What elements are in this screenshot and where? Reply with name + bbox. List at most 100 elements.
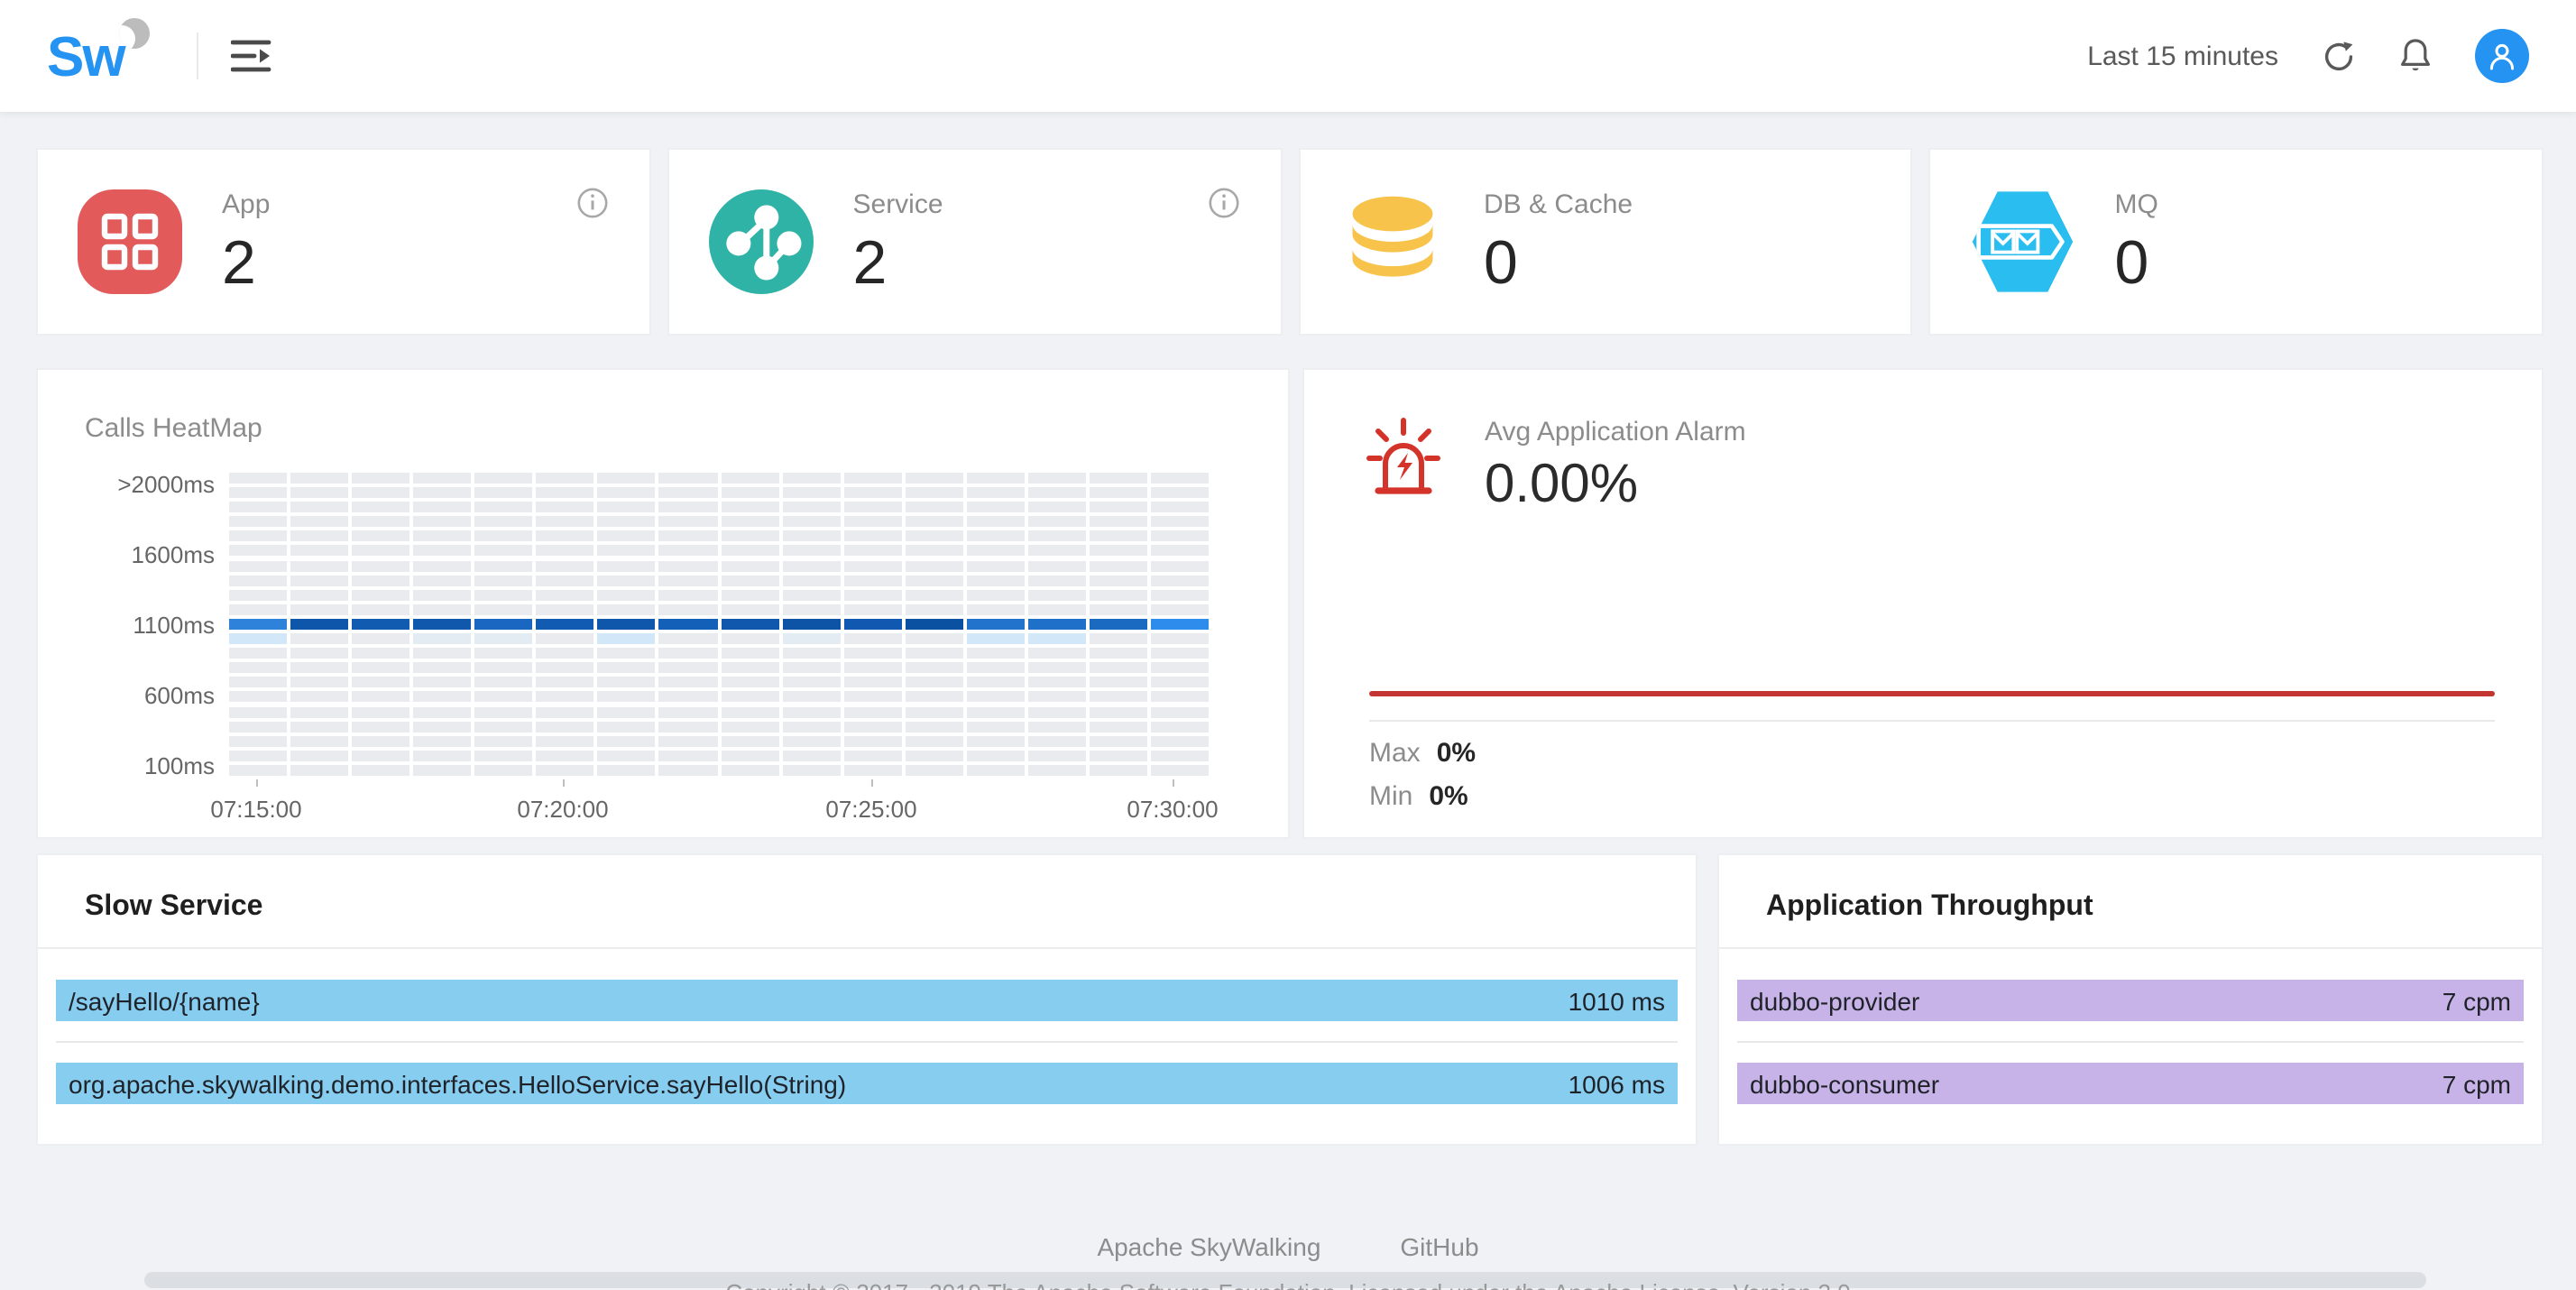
heatmap-cell: [229, 531, 287, 542]
heatmap-cell: [843, 662, 901, 673]
heatmap-cell: [659, 692, 717, 703]
heatmap-cell: [229, 735, 287, 746]
heatmap-cell: [475, 517, 533, 528]
time-range-selector[interactable]: Last 15 minutes: [2087, 41, 2278, 71]
heatmap-row: [229, 648, 1209, 659]
rank-bar-name: /sayHello/{name}: [69, 986, 260, 1015]
heatmap-cell: [475, 560, 533, 571]
heatmap-cell: [352, 662, 409, 673]
heatmap-cell: [782, 619, 840, 630]
heatmap-cell: [537, 633, 594, 644]
heatmap-cell: [659, 473, 717, 484]
heatmap-cell: [413, 692, 471, 703]
heatmap-cell: [721, 473, 778, 484]
heatmap-cell: [290, 721, 348, 732]
heatmap-cell: [721, 575, 778, 585]
rank-row-separator: [56, 1041, 1678, 1043]
heatmap-cell: [537, 531, 594, 542]
heatmap-cell: [843, 517, 901, 528]
heatmap-cell: [475, 692, 533, 703]
heatmap-row: [229, 692, 1209, 703]
slow-service-panel: Slow Service /sayHello/{name}1010 msorg.…: [36, 853, 1697, 1146]
heatmap-cell: [721, 590, 778, 601]
rank-bar[interactable]: org.apache.skywalking.demo.interfaces.He…: [56, 1063, 1678, 1104]
heatmap-cell: [229, 604, 287, 615]
heatmap-cell: [229, 633, 287, 644]
heatmap-row: [229, 735, 1209, 746]
rank-bar[interactable]: dubbo-provider7 cpm: [1737, 980, 2524, 1021]
horizontal-scrollbar[interactable]: [144, 1272, 2426, 1288]
heatmap-cell: [1090, 546, 1147, 557]
stat-label: Service: [853, 189, 943, 220]
rank-bar[interactable]: dubbo-consumer7 cpm: [1737, 1063, 2524, 1104]
heatmap-cell: [352, 721, 409, 732]
heatmap-cell: [1028, 619, 1086, 630]
bell-icon[interactable]: [2399, 38, 2432, 74]
heatmap-cell: [413, 765, 471, 776]
refresh-icon[interactable]: [2322, 39, 2356, 73]
heatmap-cell: [352, 677, 409, 688]
heatmap-cell: [413, 560, 471, 571]
heatmap-cell: [352, 473, 409, 484]
heatmap-row: [229, 473, 1209, 484]
heatmap-cell: [598, 662, 656, 673]
heatmap-cell: [290, 560, 348, 571]
heatmap-cell: [352, 590, 409, 601]
heatmap-cell: [537, 487, 594, 498]
heatmap-cell: [782, 575, 840, 585]
heatmap-cell: [843, 765, 901, 776]
heatmap-cell: [905, 692, 962, 703]
heatmap-cell: [782, 546, 840, 557]
footer-link-github[interactable]: GitHub: [1400, 1232, 1478, 1261]
heatmap-cell: [229, 765, 287, 776]
heatmap-cell: [659, 677, 717, 688]
heatmap-cell: [1151, 765, 1209, 776]
rank-bar-value: 1010 ms: [1569, 986, 1665, 1015]
rank-bar[interactable]: /sayHello/{name} 1010 ms: [56, 980, 1678, 1021]
heatmap-cell: [659, 735, 717, 746]
heatmap-cell: [967, 604, 1025, 615]
heatmap-cell: [1090, 692, 1147, 703]
heatmap-cell: [843, 560, 901, 571]
logo-text: Sw: [47, 28, 124, 84]
heatmap-cell: [721, 517, 778, 528]
heatmap-cell: [1028, 531, 1086, 542]
heatmap-cell: [1151, 517, 1209, 528]
heatmap-cell: [782, 648, 840, 659]
heatmap-cell: [659, 560, 717, 571]
heatmap-cell: [598, 692, 656, 703]
heatmap-cell: [905, 517, 962, 528]
heatmap-cell: [352, 735, 409, 746]
heatmap-cell: [1028, 735, 1086, 746]
heatmap-cell: [843, 575, 901, 585]
min-label: Min: [1369, 781, 1412, 812]
heatmap-cell: [352, 575, 409, 585]
info-icon[interactable]: [577, 188, 608, 218]
heatmap-y-tick-label: 1600ms: [38, 541, 215, 568]
heatmap-cell: [352, 517, 409, 528]
heatmap-cell: [659, 721, 717, 732]
heatmap-cell: [475, 604, 533, 615]
database-icon: [1339, 189, 1444, 294]
info-icon[interactable]: [1208, 188, 1238, 218]
menu-fold-icon[interactable]: [231, 38, 274, 74]
heatmap-cell: [598, 619, 656, 630]
user-avatar-icon[interactable]: [2475, 29, 2529, 83]
stat-card-mq: MQ 0: [1929, 148, 2544, 336]
footer-link-apache-skywalking[interactable]: Apache SkyWalking: [1097, 1232, 1320, 1261]
heatmap-cell: [537, 473, 594, 484]
heatmap-cell: [1028, 662, 1086, 673]
heatmap-row: [229, 517, 1209, 528]
skywalking-logo[interactable]: Sw: [47, 28, 150, 84]
heatmap-cell: [659, 633, 717, 644]
heatmap-cell: [290, 517, 348, 528]
heatmap-cell: [475, 648, 533, 659]
heatmap-cell: [475, 677, 533, 688]
heatmap-cell: [290, 765, 348, 776]
heatmap-cell: [843, 706, 901, 717]
heatmap-x-tick-label: 07:15:00: [210, 796, 301, 823]
heatmap-cell: [1028, 575, 1086, 585]
heatmap-cell: [598, 560, 656, 571]
heatmap-cell: [475, 633, 533, 644]
heatmap-cell: [413, 502, 471, 512]
